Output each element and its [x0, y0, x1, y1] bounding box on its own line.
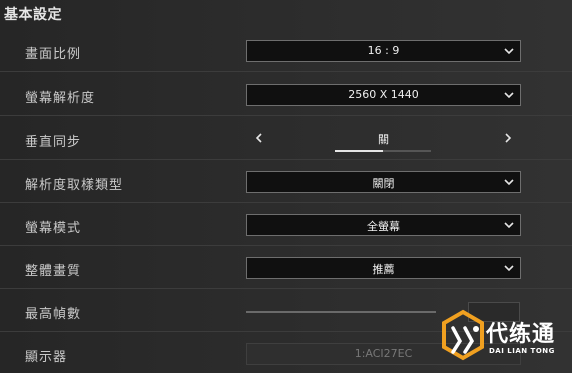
dropdown-value: 推薦 — [372, 263, 395, 276]
setting-label: 畫面比例 — [25, 47, 82, 62]
watermark-subtext: DAI LIAN TONG — [489, 347, 555, 355]
chevron-down-icon — [504, 222, 514, 229]
divider — [0, 71, 572, 72]
quality-preset-dropdown[interactable]: 推薦 — [246, 257, 521, 279]
chevron-down-icon — [504, 179, 514, 186]
setting-row-display-mode: 螢幕模式 全螢幕 — [0, 206, 572, 246]
dropdown-value: 2560 X 1440 — [348, 88, 419, 101]
chevron-right-icon[interactable] — [501, 131, 515, 145]
watermark-text: 代练通 — [486, 322, 556, 347]
setting-label: 解析度取樣類型 — [25, 178, 124, 193]
setting-row-aspect-ratio: 畫面比例 16 : 9 — [0, 32, 572, 72]
setting-label: 最高幀數 — [25, 307, 82, 322]
chevron-down-icon — [504, 92, 514, 99]
max-fps-slider-track[interactable] — [246, 311, 436, 313]
setting-label: 整體畫質 — [25, 264, 82, 279]
vsync-progress-fill — [335, 150, 383, 152]
vsync-value: 關 — [378, 133, 389, 146]
dropdown-value: 全螢幕 — [367, 220, 400, 233]
divider — [0, 245, 572, 246]
dropdown-value: 關閉 — [372, 177, 395, 190]
setting-row-resolution: 螢幕解析度 2560 X 1440 — [0, 76, 572, 116]
vsync-progress-track — [335, 150, 431, 152]
display-mode-dropdown[interactable]: 全螢幕 — [246, 214, 521, 236]
watermark-logo: 代练通 DAI LIAN TONG — [436, 292, 572, 373]
divider — [0, 202, 572, 203]
setting-row-upscaling: 解析度取樣類型 關閉 — [0, 163, 572, 203]
setting-label: 螢幕解析度 — [25, 91, 96, 106]
setting-label: 螢幕模式 — [25, 221, 82, 236]
aspect-ratio-dropdown[interactable]: 16 : 9 — [246, 40, 521, 62]
chevron-down-icon — [504, 48, 514, 55]
divider — [0, 115, 572, 116]
logo-icon — [442, 309, 484, 361]
dropdown-value: 16 : 9 — [367, 44, 400, 57]
upscaling-dropdown[interactable]: 關閉 — [246, 171, 521, 193]
divider — [0, 159, 572, 160]
setting-row-quality-preset: 整體畫質 推薦 — [0, 249, 572, 289]
resolution-dropdown[interactable]: 2560 X 1440 — [246, 84, 521, 106]
setting-label: 顯示器 — [25, 350, 68, 365]
setting-row-vsync: 垂直同步 關 — [0, 120, 572, 160]
settings-panel: 基本設定 畫面比例 16 : 9 螢幕解析度 2560 X 1440 垂直同步 … — [0, 0, 572, 373]
chevron-down-icon — [504, 265, 514, 272]
setting-label: 垂直同步 — [25, 135, 82, 150]
section-title: 基本設定 — [4, 7, 62, 23]
divider — [0, 288, 572, 289]
